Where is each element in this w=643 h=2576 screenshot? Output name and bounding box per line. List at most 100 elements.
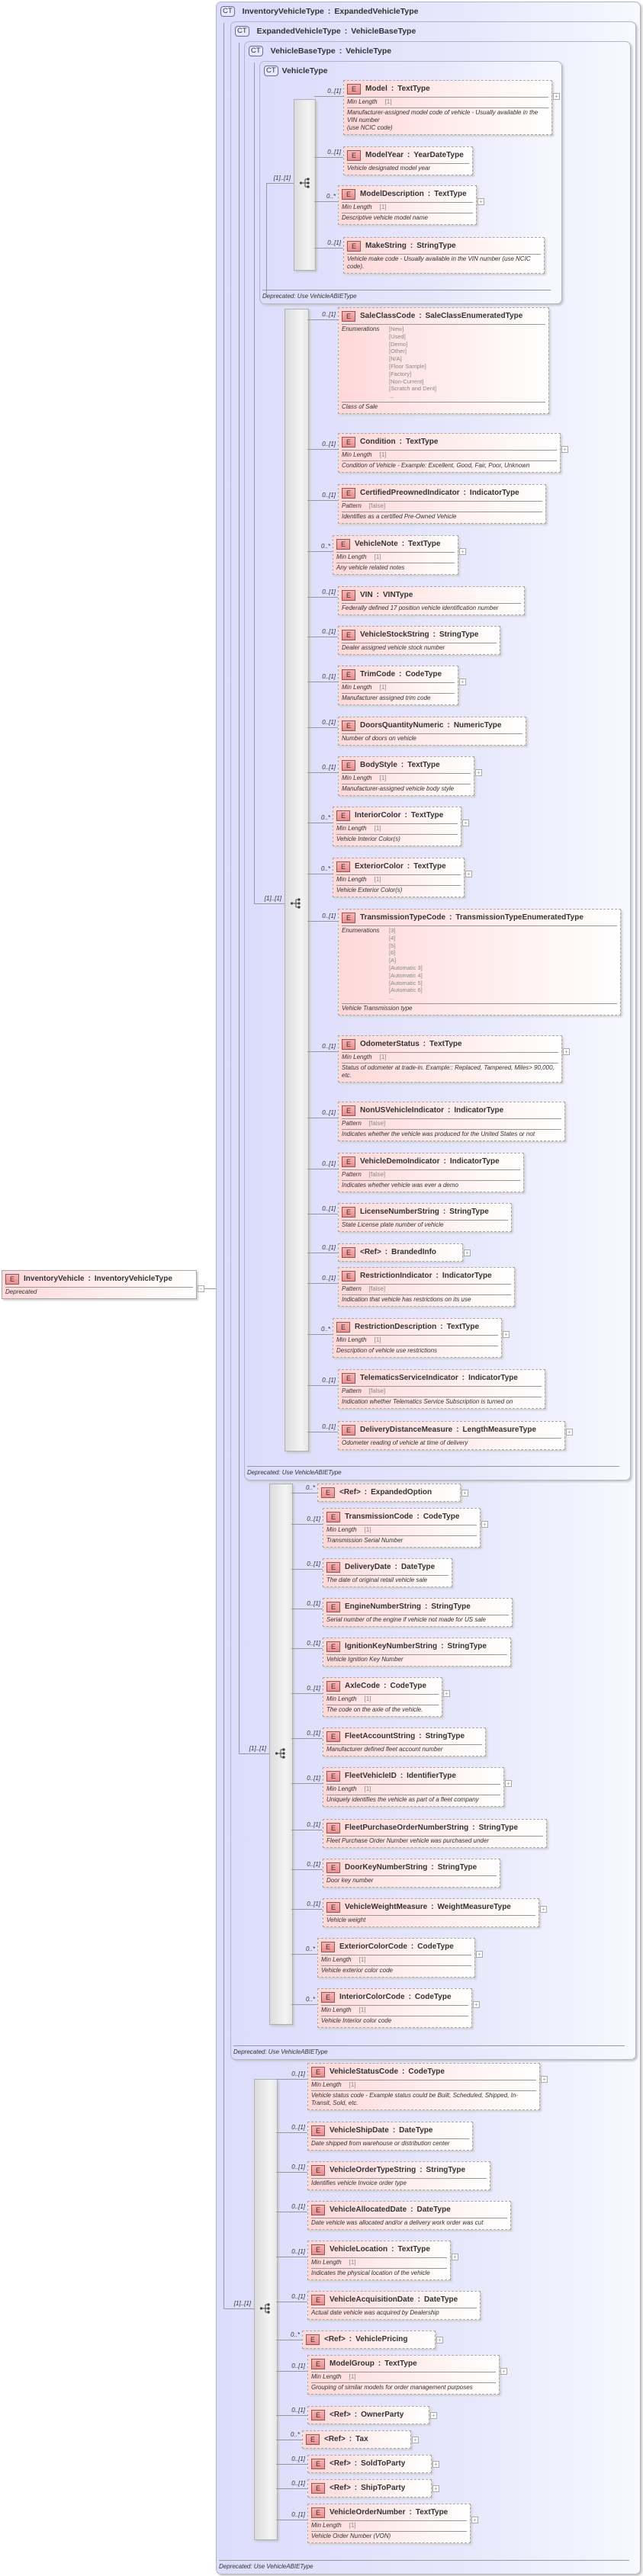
element-texttype[interactable]: E Condition: TextType Min Length [1] Conditio… [338,433,561,473]
expand-plus-icon[interactable]: + [475,769,482,776]
expand-plus-icon[interactable]: + [459,678,466,685]
element-stringtype[interactable]: E DoorKeyNumberString: StringType Door key … [323,1859,500,1888]
element-description: Transmission Serial Number [326,1535,477,1545]
element-name: TransmissionCode [345,1513,413,1521]
element-type: TextType [429,1040,462,1048]
expand-plus-icon[interactable]: + [430,2412,437,2419]
element-datetype[interactable]: E VehicleAcquisitionDate: DateType Actual d… [307,2291,481,2320]
element-texttype[interactable]: E BodyStyle: TextType Min Length [1] Manufact… [338,756,474,796]
element-saleclassenumeratedtype[interactable]: E SaleClassCode: SaleClassEnumeratedType En… [338,307,549,414]
element-texttype[interactable]: E Model: TextType Min Length [1] Manufacturer… [343,80,552,135]
element-stringtype[interactable]: E VehicleOrderTypeString: StringType Identi… [307,2161,490,2190]
element-codetype[interactable]: E InteriorColorCode: CodeType Min Length [1]… [317,1988,472,2028]
element-weightmeasuretype[interactable]: E VehicleWeightMeasure: WeightMeasureType V… [323,1898,539,1927]
root-element[interactable]: E InventoryVehicle: InventoryVehicleType De… [2,1270,197,1299]
element-yeardatetype[interactable]: E ModelYear: YearDateType Vehicle designate… [343,146,473,175]
expand-plus-icon[interactable]: + [462,820,469,826]
element-texttype[interactable]: E ModelGroup: TextType Min Length [1] Groupin… [307,2355,500,2395]
element-stringtype[interactable]: E VehicleStockString: StringType Dealer ass… [338,626,500,655]
element-stringtype[interactable]: E FleetPurchaseOrderNumberString: StringTy… [323,1819,547,1848]
element-codetype[interactable]: E TrimCode: CodeType Min Length [1] Manufactu… [338,666,458,705]
element-indicatortype[interactable]: E RestrictionIndicator: IndicatorType Patte… [338,1267,515,1307]
expand-plus-icon[interactable]: + [471,2517,478,2523]
element-lengthmeasuretype[interactable]: E DeliveryDistanceMeasure: LengthMeasureTy… [338,1421,565,1450]
expand-plus-icon[interactable]: + [412,2436,419,2443]
element-type: LengthMeasureType [462,1426,537,1434]
element-texttype[interactable]: E VehicleNote: TextType Min Length [1] Any ve… [333,535,458,575]
facet-label: Min Length [311,2373,342,2380]
element-description: Federally defined 17 position vehicle id… [342,603,521,612]
expand-plus-icon[interactable]: + [461,1490,468,1497]
element-codetype[interactable]: E VehicleStatusCode: CodeType Min Length [1]… [307,2063,540,2110]
element-codetype[interactable]: E ExteriorColorCode: CodeType Min Length [1]… [317,1938,475,1978]
expand-plus-icon[interactable]: + [465,871,472,877]
expand-plus-icon[interactable]: + [443,1690,450,1697]
element-texttype[interactable]: E VehicleOrderNumber: TextType Min Length [1… [307,2504,471,2543]
expand-plus-icon[interactable]: + [563,1048,570,1055]
element-stringtype[interactable]: E FleetAccountString: StringType Manufactur… [323,1727,486,1756]
expand-plus-icon[interactable]: + [464,1250,471,1256]
expand-plus-icon[interactable]: + [477,198,484,205]
element-stringtype[interactable]: E IgnitionKeyNumberString: StringType Vehic… [323,1638,511,1667]
element-header: E SaleClassCode: SaleClassEnumeratedType [342,310,545,322]
expand-plus-icon[interactable]: + [500,2368,507,2375]
element-texttype[interactable]: E RestrictionDescription: TextType Min Leng… [333,1318,502,1358]
expand-plus-icon[interactable]: + [540,1906,547,1913]
enumeration-value: [A] [389,957,397,964]
element-badge: E [326,1731,340,1742]
element-description: Class of Sale [342,401,545,411]
expand-plus-icon[interactable]: + [436,2337,443,2343]
element-stringtype[interactable]: E MakeString: StringType Vehicle make code … [343,237,545,274]
expand-plus-icon[interactable]: + [459,548,466,555]
element-datetype[interactable]: E VehicleShipDate: DateType Date shipped fr… [307,2122,473,2151]
element-codetype[interactable]: E TransmissionCode: CodeType Min Length [1] T… [323,1508,481,1548]
element-datetype[interactable]: E DeliveryDate: DateType The date of origin… [323,1558,452,1587]
expand-plus-icon[interactable]: + [481,1521,488,1528]
element-badge: E [342,759,355,771]
element-tax-ref[interactable]: E <Ref>: Tax [302,2430,411,2449]
element-badge: E [336,1321,350,1333]
element-texttype[interactable]: E ModelDescription: TextType Min Length [1] D… [338,185,477,225]
element-codetype[interactable]: E AxleCode: CodeType Min Length [1] The code … [323,1677,442,1717]
element-badge: E [342,1246,355,1258]
element-transmissiontypeenumeratedtype[interactable]: E TransmissionTypeCode: TransmissionTypeEn… [338,909,621,1015]
facet-label: Min Length [326,1785,357,1792]
element-indicatortype[interactable]: E VehicleDemoIndicator: IndicatorType Patte… [338,1153,524,1192]
expand-plus-icon[interactable]: + [432,2485,439,2492]
expand-plus-icon[interactable]: + [503,1331,510,1338]
element-brandedinfo-ref[interactable]: E <Ref>: BrandedInfo [338,1243,463,1262]
expand-plus-icon[interactable]: + [432,2461,439,2468]
element-expandedoption-ref[interactable]: E <Ref>: ExpandedOption [317,1484,461,1502]
element-vintype[interactable]: E VIN: VINType Federally defined 17 positio… [338,586,525,615]
element-soldtoparty-ref[interactable]: E <Ref>: SoldToParty [307,2455,432,2473]
expand-plus-icon[interactable]: + [553,93,560,100]
element-stringtype[interactable]: E EngineNumberString: StringType Serial num… [323,1598,513,1627]
element-name: VehicleOrderNumber [330,2508,406,2517]
expand-plus-icon[interactable]: + [476,1951,483,1958]
element-texttype[interactable]: E InteriorColor: TextType Min Length [1] Vehi… [333,807,461,846]
element-indicatortype[interactable]: E NonUSVehicleIndicator: IndicatorType Patt… [338,1102,565,1141]
multiplicity-label: 0..* [326,193,336,200]
multiplicity-label: 0..[1] [322,719,336,726]
element-identifiertype[interactable]: E FleetVehicleID: IdentifierType Min Length… [323,1767,504,1807]
element-vehiclepricing-ref[interactable]: E <Ref>: VehiclePricing [302,2331,436,2349]
minus-icon[interactable]: − [198,1285,204,1292]
element-datetype[interactable]: E VehicleAllocatedDate: DateType Date vehic… [307,2201,511,2230]
expand-plus-icon[interactable]: + [452,2254,458,2260]
element-indicatortype[interactable]: E CertifiedPreownedIndicator: IndicatorTyp… [338,484,546,524]
element-indicatortype[interactable]: E TelematicsServiceIndicator: IndicatorTyp… [338,1369,545,1409]
expand-plus-icon[interactable]: + [473,2001,480,2008]
expand-plus-icon[interactable]: + [561,446,568,453]
expand-plus-icon[interactable]: + [505,1780,512,1787]
element-shiptoparty-ref[interactable]: E <Ref>: ShipToParty [307,2479,432,2497]
element-ownerparty-ref[interactable]: E <Ref>: OwnerParty [307,2406,429,2424]
expand-plus-icon[interactable]: + [541,2076,548,2083]
expand-plus-icon[interactable]: + [566,1429,573,1436]
separator: : [408,1993,411,2001]
element-numerictype[interactable]: E DoorsQuantityNumeric: NumericType Number … [338,717,526,746]
element-texttype[interactable]: E ExteriorColor: TextType Min Length [1] Vehi… [333,858,465,897]
element-texttype[interactable]: E OdometerStatus: TextType Min Length [1] Sta… [338,1035,562,1083]
element-header: E VehicleAllocatedDate: DateType [311,2203,507,2216]
element-stringtype[interactable]: E LicenseNumberString: StringType State Lic… [338,1203,512,1232]
element-texttype[interactable]: E VehicleLocation: TextType Min Length [1] In… [307,2241,451,2280]
